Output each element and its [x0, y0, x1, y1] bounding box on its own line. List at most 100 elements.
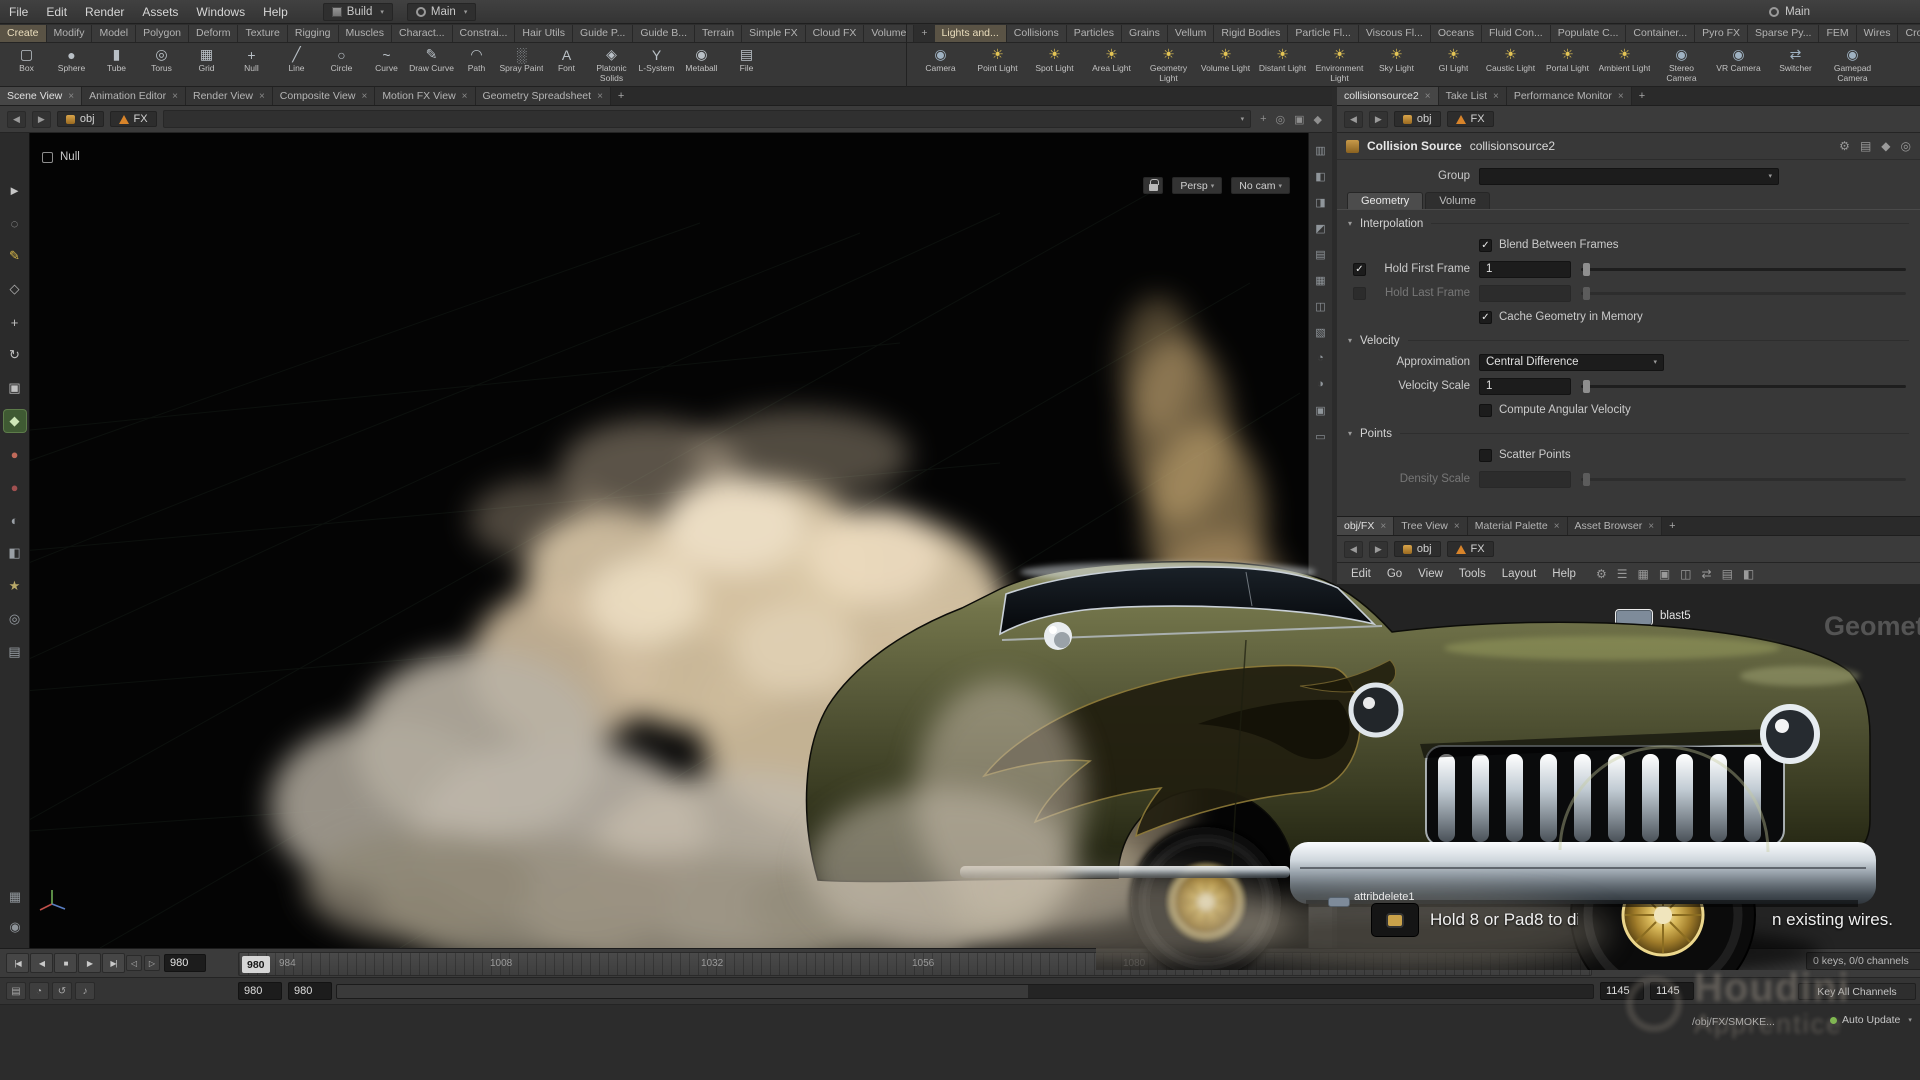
- tool-platonic-solids[interactable]: ◈ Platonic Solids: [589, 43, 634, 84]
- shelf-tab[interactable]: Pyro FX: [1695, 25, 1748, 42]
- close-icon[interactable]: [462, 90, 468, 102]
- tool-tube[interactable]: ▮ Tube: [94, 43, 139, 84]
- net-list-icon[interactable]: ☰: [1617, 567, 1628, 581]
- playhead-chip[interactable]: 980: [242, 956, 270, 973]
- tool-vr-camera[interactable]: ◉ VR Camera: [1710, 43, 1767, 84]
- pane-tab[interactable]: Performance Monitor: [1507, 87, 1632, 105]
- shelf-tab[interactable]: Charact...: [392, 25, 453, 42]
- shelf-tab[interactable]: FEM: [1819, 25, 1856, 42]
- shelf-tab[interactable]: Muscles: [339, 25, 393, 42]
- tool-box[interactable]: ▢ Box: [4, 43, 49, 84]
- pin-icon[interactable]: ◆: [1881, 139, 1890, 153]
- tool-font[interactable]: A Font: [544, 43, 589, 84]
- shelf-tab[interactable]: Polygon: [136, 25, 189, 42]
- network-menu-item[interactable]: Layout: [1494, 567, 1545, 581]
- section-points[interactable]: Points: [1337, 423, 1920, 444]
- net-settings-icon[interactable]: ⚙: [1596, 567, 1607, 581]
- tool-grid[interactable]: ▦ Grid: [184, 43, 229, 84]
- tool-distant-light[interactable]: ☀ Distant Light: [1254, 43, 1311, 84]
- rotate-tool-icon[interactable]: ↻: [4, 344, 26, 366]
- pane-tab[interactable]: Render View: [186, 87, 273, 105]
- radial-menu-selector[interactable]: Main: [407, 3, 476, 21]
- scatter-points-checkbox[interactable]: [1479, 449, 1492, 462]
- net-notes-icon[interactable]: ▤: [1722, 567, 1733, 581]
- close-icon[interactable]: [68, 90, 74, 102]
- group-field[interactable]: [1479, 168, 1779, 185]
- tool-environment-light[interactable]: ☀ Environment Light: [1311, 43, 1368, 84]
- hand-tool-icon[interactable]: ◇: [4, 278, 26, 300]
- lighting-icon[interactable]: ◨: [1312, 193, 1330, 211]
- net-split-icon[interactable]: ◫: [1680, 567, 1691, 581]
- pane-tab[interactable]: Scene View: [0, 87, 82, 105]
- pane-tab[interactable]: Take List: [1439, 87, 1507, 105]
- section-interpolation[interactable]: Interpolation: [1337, 213, 1920, 234]
- origin-toggle-icon[interactable]: ◉: [4, 916, 26, 938]
- add-tab-button[interactable]: +: [611, 87, 631, 105]
- shelf-tab[interactable]: Terrain: [695, 25, 742, 42]
- camera-mask-icon[interactable]: ◫: [1312, 297, 1330, 315]
- tool-sky-light[interactable]: ☀ Sky Light: [1368, 43, 1425, 84]
- shelf-tab[interactable]: Texture: [238, 25, 287, 42]
- shelf-tab[interactable]: Simple FX: [742, 25, 805, 42]
- camera-select-button[interactable]: No cam: [1231, 177, 1290, 194]
- play-button[interactable]: ▶: [78, 953, 101, 973]
- shelf-tab[interactable]: Wires: [1857, 25, 1899, 42]
- network-menu-item[interactable]: Edit: [1343, 567, 1379, 581]
- tool-stereo-camera[interactable]: ◉ Stereo Camera: [1653, 43, 1710, 84]
- key-tool-icon[interactable]: ★: [4, 575, 26, 597]
- tool-sphere[interactable]: ● Sphere: [49, 43, 94, 84]
- shelf-tab[interactable]: Vellum: [1168, 25, 1215, 42]
- shelf-tab[interactable]: Viscous Fl...: [1359, 25, 1431, 42]
- desktop-selector[interactable]: Build: [323, 3, 393, 21]
- shelf-tab[interactable]: Container...: [1626, 25, 1695, 42]
- lasso-tool-icon[interactable]: ◌: [4, 212, 26, 234]
- tool-file[interactable]: ▤ File: [724, 43, 769, 84]
- net-display-icon[interactable]: ◧: [1743, 567, 1754, 581]
- select-tool-icon[interactable]: ►: [4, 179, 26, 201]
- tool-draw-curve[interactable]: ✎ Draw Curve: [409, 43, 454, 84]
- realtime-toggle[interactable]: ◔: [29, 982, 49, 1000]
- network-menu-item[interactable]: View: [1410, 567, 1451, 581]
- shelf-tab[interactable]: Sparse Py...: [1748, 25, 1819, 42]
- shelf-tab[interactable]: Collisions: [1007, 25, 1067, 42]
- shelf-tab[interactable]: Constrai...: [453, 25, 516, 42]
- tool-circle[interactable]: ○ Circle: [319, 43, 364, 84]
- path-chip-fx[interactable]: FX: [1447, 111, 1494, 127]
- shadows-icon[interactable]: ◩: [1312, 219, 1330, 237]
- snapshot-view-icon[interactable]: ◔: [1312, 349, 1330, 367]
- pane-tab[interactable]: Motion FX View: [375, 87, 475, 105]
- shelf-tab[interactable]: Cloud FX: [806, 25, 865, 42]
- range-end-field[interactable]: 1145: [1600, 982, 1644, 1000]
- shelf-tab[interactable]: Crowds: [1898, 25, 1920, 42]
- menu-item[interactable]: File: [0, 2, 37, 22]
- close-icon[interactable]: [597, 90, 603, 102]
- tool-gamepad-camera[interactable]: ◉ Gamepad Camera: [1824, 43, 1881, 84]
- crosshair-icon[interactable]: +: [1260, 113, 1266, 126]
- network-menu-item[interactable]: Go: [1379, 567, 1410, 581]
- tool-volume-light[interactable]: ☀ Volume Light: [1197, 43, 1254, 84]
- jump-start-button[interactable]: |◀: [6, 953, 29, 973]
- stop-button[interactable]: ■: [54, 953, 77, 973]
- menu-item[interactable]: Help: [254, 2, 297, 22]
- tool-caustic-light[interactable]: ☀ Caustic Light: [1482, 43, 1539, 84]
- prev-frame-button[interactable]: ◁: [126, 955, 142, 971]
- shelf-tab[interactable]: Hair Utils: [515, 25, 573, 42]
- forward-icon[interactable]: ▶: [1369, 111, 1388, 128]
- shelf-tab[interactable]: Particle Fl...: [1288, 25, 1358, 42]
- shelf-tab[interactable]: Model: [92, 25, 136, 42]
- range-end-field-2[interactable]: 1145: [1650, 982, 1694, 1000]
- menu-item[interactable]: Render: [76, 2, 133, 22]
- forward-icon[interactable]: ▶: [1369, 541, 1388, 558]
- keys-status-chip[interactable]: 0 keys, 0/0 channels: [1806, 952, 1920, 970]
- approximation-dropdown[interactable]: Central Difference: [1479, 354, 1664, 371]
- grid-toggle-icon[interactable]: ▦: [4, 886, 26, 908]
- pane-tab[interactable]: obj/FX: [1337, 517, 1394, 535]
- compute-angular-velocity-checkbox[interactable]: [1479, 404, 1492, 417]
- close-icon[interactable]: [1425, 90, 1431, 102]
- menu-item[interactable]: Windows: [187, 2, 254, 22]
- close-icon[interactable]: [1454, 520, 1460, 532]
- sculpt-tool-icon[interactable]: ●: [4, 443, 26, 465]
- paint-tool-icon[interactable]: ●: [4, 476, 26, 498]
- pane-tab[interactable]: collisionsource2: [1337, 87, 1439, 105]
- hold-first-frame-field[interactable]: 1: [1479, 261, 1571, 278]
